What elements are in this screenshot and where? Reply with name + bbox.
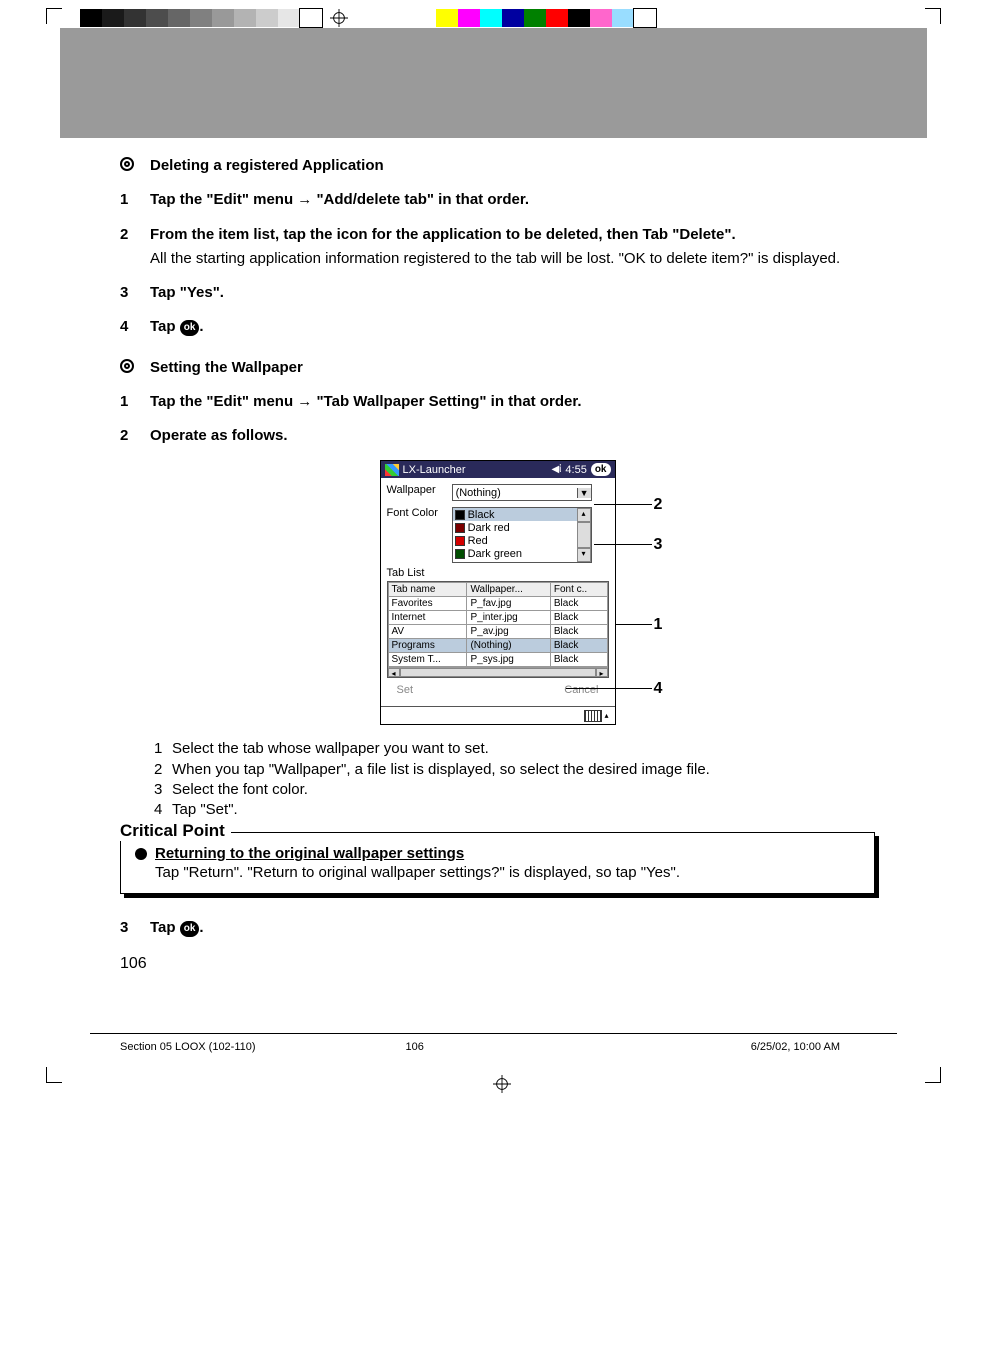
substep-num: 4 xyxy=(154,800,172,820)
footer-mid: 106 xyxy=(406,1041,424,1053)
leader-line xyxy=(594,544,652,545)
column-header[interactable]: Tab name xyxy=(388,583,467,597)
dropdown-value: (Nothing) xyxy=(453,487,577,499)
ok-button[interactable]: ok xyxy=(591,463,611,476)
color-option[interactable]: Dark red xyxy=(453,521,591,534)
bullet-icon xyxy=(135,848,147,860)
ok-icon: ok xyxy=(180,921,200,937)
callout-2: 2 xyxy=(654,496,663,514)
delete-step4: Tap ok. xyxy=(150,317,875,337)
heading-wallpaper: Setting the Wallpaper xyxy=(150,358,875,378)
crop-mark-tr xyxy=(925,8,941,24)
substep-4: Tap "Set". xyxy=(172,800,238,820)
footer: Section 05 LOOX (102-110) 106 6/25/02, 1… xyxy=(0,1033,987,1093)
tab-list-grid[interactable]: Tab nameWallpaper...Font c..FavoritesP_f… xyxy=(387,581,609,678)
sip-bar: ▴ xyxy=(381,706,615,724)
h-scrollbar[interactable]: ◂▸ xyxy=(388,667,608,677)
delete-step3: Tap "Yes". xyxy=(150,283,875,303)
substep-2: When you tap "Wallpaper", a file list is… xyxy=(172,760,710,780)
step-number: 2 xyxy=(120,426,150,446)
critical-item-body: Tap "Return". "Return to original wallpa… xyxy=(155,864,680,881)
set-button[interactable]: Set xyxy=(397,684,414,696)
wallpaper-step3: Tap ok. xyxy=(150,918,875,938)
volume-icon: ◀ἰ xyxy=(551,464,561,475)
leader-line xyxy=(616,624,652,625)
wallpaper-dropdown[interactable]: (Nothing) ▼ xyxy=(452,484,592,501)
text: Tap xyxy=(150,919,180,936)
color-option[interactable]: Dark green xyxy=(453,547,591,560)
table-row[interactable]: InternetP_inter.jpgBlack xyxy=(388,611,607,625)
cancel-button[interactable]: Cancel xyxy=(564,684,598,696)
page-number: 106 xyxy=(120,955,987,973)
substep-3: Select the font color. xyxy=(172,780,308,800)
text: . xyxy=(199,919,203,936)
footer-right: 6/25/02, 10:00 AM xyxy=(751,1041,840,1053)
callout-4: 4 xyxy=(654,680,663,698)
page-content: Deleting a registered Application 1 Tap … xyxy=(120,156,875,939)
heading-delete-app: Deleting a registered Application xyxy=(150,156,875,176)
step-number: 3 xyxy=(120,283,150,303)
chevron-up-icon[interactable]: ▴ xyxy=(604,711,608,720)
color-swatches xyxy=(436,9,656,27)
delete-step2-head: From the item list, tap the icon for the… xyxy=(150,225,875,245)
windows-flag-icon xyxy=(385,464,399,476)
tablist-label: Tab List xyxy=(387,567,609,579)
substep-num: 1 xyxy=(154,739,172,759)
scrollbar[interactable]: ▴▾ xyxy=(577,508,591,562)
color-option[interactable]: Black xyxy=(453,508,591,521)
delete-step2-body: All the starting application information… xyxy=(150,249,875,269)
table-row[interactable]: Programs(Nothing)Black xyxy=(388,639,607,653)
crop-mark-br xyxy=(925,1067,941,1083)
step-number: 1 xyxy=(120,190,150,210)
step-number: 1 xyxy=(120,392,150,412)
crop-mark-tl xyxy=(46,8,62,24)
color-option[interactable]: Red xyxy=(453,534,591,547)
substep-num: 2 xyxy=(154,760,172,780)
table-row[interactable]: System T...P_sys.jpgBlack xyxy=(388,653,607,667)
double-circle-icon xyxy=(120,359,134,373)
step-number: 2 xyxy=(120,225,150,270)
pda-screen: LX-Launcher ◀ἰ 4:55 ok Wallpaper (Nothin… xyxy=(380,460,616,725)
keyboard-icon[interactable] xyxy=(584,710,602,722)
figure-substeps: 1Select the tab whose wallpaper you want… xyxy=(154,739,875,820)
header-banner xyxy=(60,28,927,138)
wallpaper-step1: Tap the "Edit" menu → "Tab Wallpaper Set… xyxy=(150,392,875,412)
wallpaper-step2: Operate as follows. xyxy=(150,426,875,446)
ok-icon: ok xyxy=(180,320,200,336)
text: . xyxy=(199,318,203,335)
step-number: 3 xyxy=(120,918,150,938)
wallpaper-label: Wallpaper xyxy=(387,484,449,496)
grayscale-swatches xyxy=(80,9,322,27)
double-circle-icon xyxy=(120,157,134,171)
clock: 4:55 xyxy=(565,464,586,476)
critical-point-box: Critical Point Returning to the original… xyxy=(120,832,875,894)
column-header[interactable]: Wallpaper... xyxy=(467,583,550,597)
registration-mark-icon xyxy=(330,9,348,27)
substep-num: 3 xyxy=(154,780,172,800)
screenshot-figure: LX-Launcher ◀ἰ 4:55 ok Wallpaper (Nothin… xyxy=(380,460,616,725)
titlebar: LX-Launcher ◀ἰ 4:55 ok xyxy=(381,461,615,478)
critical-point-title: Critical Point xyxy=(120,821,231,841)
fontcolor-listbox[interactable]: BlackDark redRedDark green▴▾ xyxy=(452,507,592,563)
callout-1: 1 xyxy=(654,616,663,634)
app-title: LX-Launcher xyxy=(403,464,466,476)
step-number: 4 xyxy=(120,317,150,337)
callout-3: 3 xyxy=(654,536,663,554)
text: Tap xyxy=(150,318,180,335)
registration-bar-top xyxy=(0,8,987,28)
leader-line xyxy=(594,504,652,505)
critical-item-heading: Returning to the original wallpaper sett… xyxy=(155,845,680,862)
fontcolor-label: Font Color xyxy=(387,507,449,519)
chevron-down-icon[interactable]: ▼ xyxy=(577,488,591,498)
substep-1: Select the tab whose wallpaper you want … xyxy=(172,739,489,759)
footer-rule xyxy=(90,1033,897,1034)
delete-step1: Tap the "Edit" menu → "Add/delete tab" i… xyxy=(150,190,875,210)
footer-left: Section 05 LOOX (102-110) xyxy=(120,1041,256,1053)
crop-mark-bl xyxy=(46,1067,62,1083)
column-header[interactable]: Font c.. xyxy=(550,583,607,597)
leader-line xyxy=(566,688,652,689)
registration-mark-icon xyxy=(493,1075,511,1093)
table-row[interactable]: AVP_av.jpgBlack xyxy=(388,625,607,639)
table-row[interactable]: FavoritesP_fav.jpgBlack xyxy=(388,597,607,611)
